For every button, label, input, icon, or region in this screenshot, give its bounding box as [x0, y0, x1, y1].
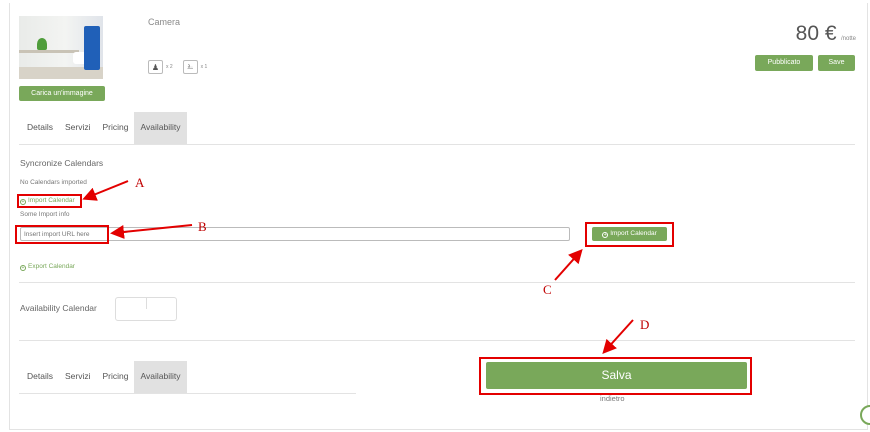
- availability-calendar-widget[interactable]: [115, 297, 177, 321]
- annotation-box-d: [479, 357, 752, 395]
- annotation-label-c: C: [543, 282, 552, 297]
- export-calendar-link-label: Export Calendar: [28, 263, 75, 270]
- availability-calendar-label: Availability Calendar: [20, 303, 97, 313]
- save-button[interactable]: Save: [818, 55, 855, 71]
- annotation-box-a: [17, 194, 82, 208]
- person-count: x 2: [166, 64, 173, 70]
- capacity-icons: ♟ x 2 ⎁ x 1: [148, 60, 214, 74]
- room-title: Camera: [148, 17, 181, 27]
- export-calendar-link[interactable]: + Export Calendar: [20, 263, 75, 271]
- sync-title: Syncronize Calendars: [20, 158, 104, 168]
- room-price: 80 € /notte: [796, 22, 856, 46]
- tab-pricing[interactable]: Pricing: [97, 361, 135, 393]
- annotation-label-b: B: [198, 219, 207, 234]
- room-tabs: Details Servizi Pricing Availability: [19, 112, 855, 145]
- published-button[interactable]: Pubblicato: [755, 55, 813, 71]
- tab-servizi[interactable]: Servizi: [59, 112, 97, 144]
- room-photo: [19, 16, 103, 79]
- price-amount: 80 €: [795, 22, 837, 45]
- tab-availability[interactable]: Availability: [134, 112, 187, 144]
- person-icon: ♟: [148, 60, 163, 74]
- room-tabs-bottom: Details Servizi Pricing Availability: [19, 361, 356, 394]
- annotation-label-d: D: [640, 317, 650, 332]
- annotation-label-a: A: [135, 175, 145, 190]
- tab-availability[interactable]: Availability: [134, 361, 187, 393]
- tab-servizi[interactable]: Servizi: [59, 361, 97, 393]
- plus-circle-icon: +: [20, 265, 26, 271]
- import-info-text: Some Import info: [20, 211, 70, 218]
- upload-image-button[interactable]: Carica un'immagine: [19, 86, 105, 101]
- tab-details[interactable]: Details: [19, 112, 59, 144]
- divider: [19, 282, 855, 283]
- tab-details[interactable]: Details: [19, 361, 59, 393]
- no-calendars-text: No Calendars imported: [20, 179, 87, 186]
- annotation-box-c: [585, 222, 674, 247]
- tab-pricing[interactable]: Pricing: [97, 112, 135, 144]
- back-link[interactable]: indietro: [600, 394, 625, 403]
- bed-count: x 1: [200, 64, 208, 70]
- bed-icon: ⎁: [182, 60, 198, 74]
- annotation-box-b: [15, 225, 109, 244]
- divider: [19, 340, 855, 341]
- price-unit: /notte: [840, 36, 856, 42]
